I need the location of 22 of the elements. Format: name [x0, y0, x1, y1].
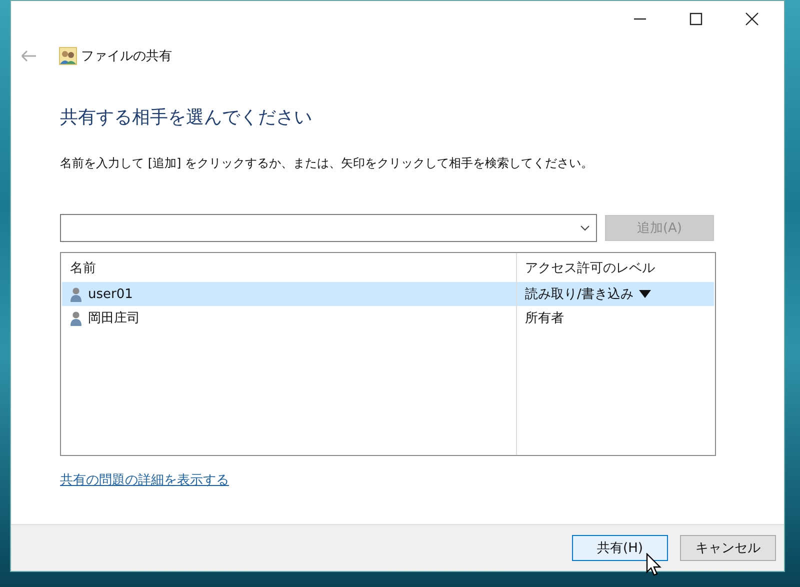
close-icon[interactable] — [745, 12, 759, 26]
dialog-button[interactable]: 共有(H) — [572, 535, 668, 561]
instruction-text: 名前を入力して [追加] をクリックするか、または、矢印をクリックして相手を検索してください。 — [60, 155, 594, 172]
people-icon — [59, 47, 77, 65]
user-name: user01 — [88, 286, 133, 302]
user-row[interactable]: 岡田庄司 所有者 — [62, 306, 714, 330]
dialog-heading: 共有する相手を選んでください — [60, 106, 313, 129]
user-name: 岡田庄司 — [88, 310, 140, 327]
dropdown-triangle-icon[interactable] — [639, 290, 652, 298]
column-header[interactable]: アクセス許可のレベル — [517, 259, 714, 277]
permission-level[interactable]: 読み取り/書き込み — [525, 285, 634, 303]
permission-level: 所有者 — [525, 310, 564, 327]
column-header[interactable]: 名前 — [62, 259, 517, 277]
window-title: ファイルの共有 — [81, 48, 172, 65]
name-combo-field[interactable] — [60, 214, 597, 242]
maximize-icon[interactable] — [689, 12, 703, 26]
user-row[interactable]: user01 読み取り/書き込み — [62, 282, 714, 306]
dropdown-chevron-icon[interactable] — [580, 225, 590, 231]
sharing-problems-link[interactable]: 共有の問題の詳細を表示する — [60, 471, 229, 489]
person-icon — [70, 286, 82, 302]
person-icon — [70, 310, 82, 326]
dialog-button[interactable]: キャンセル — [680, 535, 776, 561]
